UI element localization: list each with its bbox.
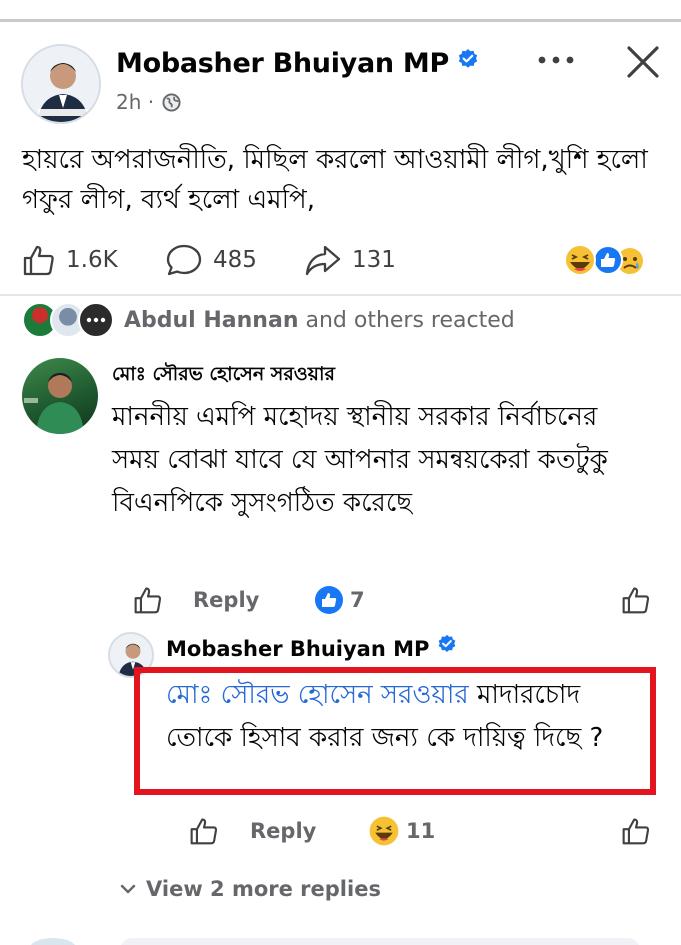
like-reaction-icon (315, 586, 343, 614)
reply-like-button[interactable] (189, 813, 219, 849)
like-reaction-icon (593, 245, 623, 275)
like-button[interactable]: 1.6K (22, 240, 118, 280)
comment-composer-input[interactable] (120, 938, 640, 945)
reactor-name[interactable]: Abdul Hannan (124, 308, 298, 333)
comment-reaction-count: 7 (350, 588, 365, 612)
view-more-replies-button[interactable]: View 2 more replies (118, 872, 381, 906)
reply-author-name[interactable]: Mobasher Bhuiyan MP (166, 634, 457, 661)
comment-icon (166, 244, 202, 276)
verified-badge-icon (437, 634, 457, 654)
like-icon (134, 587, 162, 614)
comment-author-name[interactable]: মোঃ সৌরভ হোসেন সরওয়ার (112, 360, 335, 392)
highlight-annotation-box (134, 667, 656, 795)
reacted-by-row[interactable]: Abdul Hannan and others reacted (22, 300, 515, 340)
meta-separator: · (147, 90, 155, 114)
more-icon (538, 56, 574, 64)
haha-reaction-icon (369, 816, 399, 846)
like-icon (190, 818, 218, 845)
post-time[interactable]: 2h (116, 90, 141, 114)
reply-reply-button[interactable]: Reply (250, 813, 316, 849)
comment-button[interactable]: 485 (165, 240, 257, 280)
reactor-more-avatar (78, 302, 114, 338)
post-author-label[interactable]: Mobasher Bhuiyan MP (116, 48, 449, 79)
verified-badge-icon (457, 46, 479, 68)
comment-text: মাননীয় এমপি মহোদয় স্থানীয় সরকার নির্ব… (112, 402, 608, 518)
reacted-by-text: Abdul Hannan and others reacted (124, 308, 515, 333)
reply-author-label[interactable]: Mobasher Bhuiyan MP (166, 637, 429, 661)
like-icon (622, 818, 650, 845)
composer-avatar (30, 938, 76, 945)
close-icon (627, 46, 659, 78)
commenter-avatar[interactable] (22, 358, 98, 434)
comment-count: 485 (213, 247, 257, 273)
comment-reactions[interactable]: 7 (314, 582, 365, 618)
post-meta: 2h · (116, 90, 182, 114)
comment-reply-label: Reply (193, 588, 260, 612)
chevron-down-icon (120, 884, 136, 894)
post-author-name[interactable]: Mobasher Bhuiyan MP (116, 46, 479, 79)
view-more-label: View 2 more replies (146, 877, 381, 901)
close-button[interactable] (623, 42, 663, 82)
reactions-summary[interactable] (560, 240, 660, 280)
share-icon (305, 245, 341, 276)
haha-reaction-icon (564, 244, 596, 276)
reacted-suffix: and others reacted (298, 307, 515, 333)
comment-quick-like-button[interactable] (621, 582, 651, 618)
share-count: 131 (352, 247, 396, 273)
like-icon (622, 587, 650, 614)
share-button[interactable]: 131 (304, 240, 396, 280)
top-divider (0, 19, 681, 22)
reply-reply-label: Reply (250, 819, 317, 843)
globe-icon (162, 93, 182, 112)
reply-quick-like-button[interactable] (621, 813, 651, 849)
reply-reactions[interactable]: 11 (368, 813, 435, 849)
post-body-text: হায়রে অপরাজনীতি, মিছিল করলো আওয়ামী লীগ… (22, 145, 648, 215)
like-count: 1.6K (66, 247, 118, 273)
author-avatar[interactable] (21, 44, 101, 124)
reply-reaction-count: 11 (406, 819, 436, 843)
section-divider (0, 294, 681, 296)
like-icon (23, 245, 54, 276)
more-options-button[interactable] (534, 44, 578, 76)
comment-reply-button[interactable]: Reply (193, 582, 259, 618)
comment-like-button[interactable] (133, 582, 163, 618)
